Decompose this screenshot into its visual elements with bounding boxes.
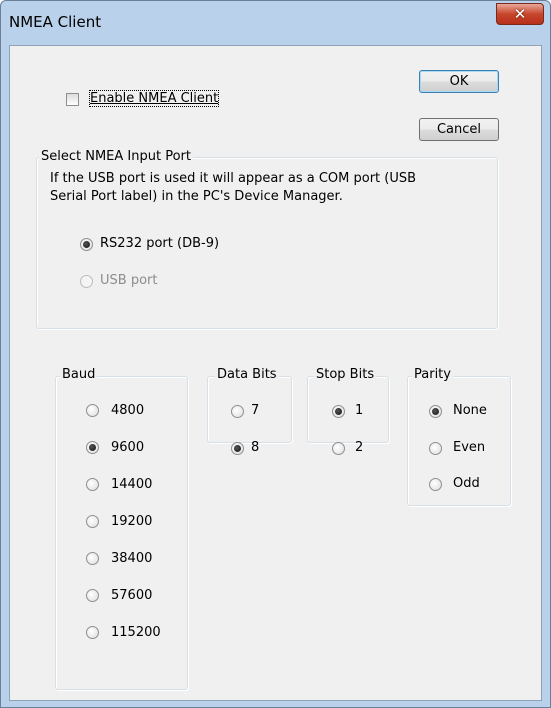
input-port-note-line2: Serial Port label) in the PC's Device Ma…: [50, 189, 343, 204]
usb-port-radio: [80, 275, 93, 288]
data-bits-8-label[interactable]: 8: [251, 440, 259, 455]
baud-group: [55, 376, 188, 690]
input-port-note-line1: If the USB port is used it will appear a…: [50, 171, 417, 186]
data-bits-legend: Data Bits: [215, 367, 279, 382]
window-title: NMEA Client: [9, 13, 102, 31]
enable-nmea-client-checkbox[interactable]: [66, 93, 79, 106]
baud-4800-radio[interactable]: [86, 404, 99, 417]
parity-none-label[interactable]: None: [453, 403, 487, 418]
baud-legend: Baud: [60, 367, 98, 382]
parity-odd-label[interactable]: Odd: [453, 476, 480, 491]
baud-57600-radio[interactable]: [86, 589, 99, 602]
parity-legend: Parity: [412, 367, 453, 382]
enable-nmea-client-label[interactable]: Enable NMEA Client: [88, 90, 220, 107]
parity-even-radio[interactable]: [429, 442, 442, 455]
data-bits-7-label[interactable]: 7: [251, 403, 259, 418]
baud-9600-radio[interactable]: [86, 441, 99, 454]
rs232-port-label[interactable]: RS232 port (DB-9): [100, 236, 219, 251]
stop-bits-1-radio[interactable]: [332, 405, 345, 418]
usb-port-label: USB port: [100, 273, 158, 288]
close-button[interactable]: ✕: [496, 3, 544, 25]
rs232-port-radio[interactable]: [80, 238, 93, 251]
baud-19200-label[interactable]: 19200: [111, 514, 152, 529]
baud-115200-radio[interactable]: [86, 626, 99, 639]
baud-57600-label[interactable]: 57600: [111, 588, 152, 603]
baud-115200-label[interactable]: 115200: [111, 625, 161, 640]
baud-38400-label[interactable]: 38400: [111, 551, 152, 566]
data-bits-group: [207, 376, 292, 443]
baud-19200-radio[interactable]: [86, 515, 99, 528]
parity-odd-radio[interactable]: [429, 478, 442, 491]
ok-button[interactable]: OK: [419, 70, 499, 93]
parity-even-label[interactable]: Even: [453, 440, 485, 455]
parity-none-radio[interactable]: [429, 405, 442, 418]
baud-9600-label[interactable]: 9600: [111, 440, 144, 455]
enable-nmea-client-text: Enable NMEA Client: [90, 91, 219, 106]
input-port-legend: Select NMEA Input Port: [39, 149, 193, 164]
cancel-button[interactable]: Cancel: [419, 118, 499, 141]
close-icon: ✕: [513, 5, 527, 23]
stop-bits-2-radio[interactable]: [332, 442, 345, 455]
dialog-window: NMEA Client ✕ OK Cancel Enable NMEA Clie…: [0, 0, 551, 708]
baud-14400-label[interactable]: 14400: [111, 477, 152, 492]
stop-bits-1-label[interactable]: 1: [355, 403, 363, 418]
data-bits-7-radio[interactable]: [231, 405, 244, 418]
title-bar: NMEA Client ✕: [1, 1, 550, 45]
baud-14400-radio[interactable]: [86, 478, 99, 491]
stop-bits-2-label[interactable]: 2: [355, 440, 363, 455]
stop-bits-legend: Stop Bits: [314, 367, 377, 382]
baud-38400-radio[interactable]: [86, 552, 99, 565]
dialog-client-area: OK Cancel Enable NMEA Client Select NMEA…: [9, 45, 542, 701]
data-bits-8-radio[interactable]: [231, 442, 244, 455]
stop-bits-group: [307, 376, 389, 443]
baud-4800-label[interactable]: 4800: [111, 403, 144, 418]
